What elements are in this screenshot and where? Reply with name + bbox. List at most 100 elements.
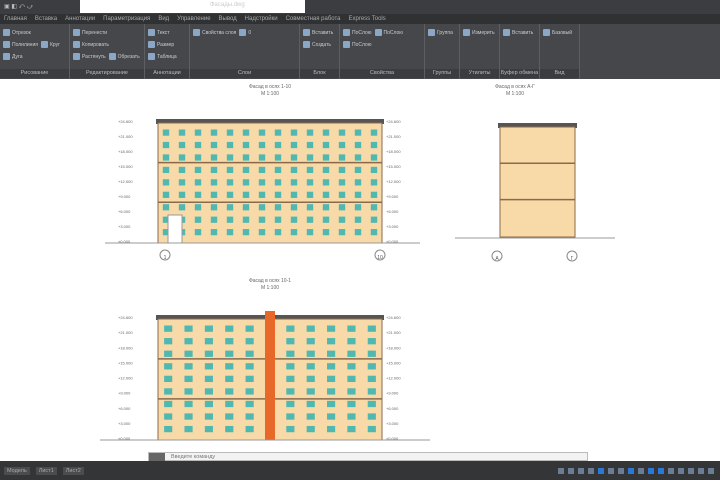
- ribbon-button[interactable]: Размер: [148, 40, 174, 49]
- panel-label[interactable]: Рисование: [0, 69, 69, 78]
- drawing-canvas[interactable]: Фасад в осях 1-10 М 1:100 Фасад в осях А…: [0, 79, 720, 460]
- window: [164, 375, 173, 383]
- window: [242, 229, 250, 236]
- panel-label[interactable]: Слои: [190, 69, 299, 78]
- ribbon-button[interactable]: ПоСлою: [374, 28, 403, 37]
- panel-label[interactable]: Аннотации: [145, 69, 189, 78]
- window: [245, 363, 254, 370]
- window: [242, 154, 250, 161]
- level-mark: +12.000: [386, 179, 401, 184]
- window: [286, 400, 295, 408]
- window: [226, 191, 234, 198]
- status-toggle-icon[interactable]: [598, 467, 604, 474]
- panel-label[interactable]: Утилиты: [460, 69, 499, 78]
- panel-label[interactable]: Свойства: [340, 69, 424, 78]
- window: [327, 325, 336, 332]
- ribbon-button[interactable]: Измерить: [463, 28, 495, 37]
- window: [354, 141, 362, 149]
- ribbon-button[interactable]: ПоСлою: [343, 40, 372, 49]
- ribbon-button[interactable]: Полилиния: [3, 40, 38, 49]
- status-toggle-icon[interactable]: [628, 467, 634, 474]
- window: [327, 400, 336, 408]
- ribbon-tab[interactable]: Главная: [4, 14, 27, 24]
- quick-access-toolbar[interactable]: ▣ ◧ ⤺ ⤻: [4, 3, 33, 11]
- ribbon-button[interactable]: Вставить: [503, 28, 533, 37]
- ribbon-tab[interactable]: Надстройки: [245, 14, 278, 24]
- ribbon-tab[interactable]: Совместная работа: [286, 14, 341, 24]
- ribbon-tab[interactable]: Вставка: [35, 14, 57, 24]
- command-input[interactable]: Введите команду: [171, 454, 215, 460]
- window: [184, 400, 193, 408]
- ribbon-button[interactable]: Перенести: [73, 28, 107, 37]
- panel-label[interactable]: Вид: [540, 69, 579, 78]
- ribbon-tab[interactable]: Аннотации: [65, 14, 95, 24]
- status-toggle-icon[interactable]: [568, 467, 574, 474]
- ribbon-button[interactable]: 0: [239, 28, 251, 37]
- window: [338, 204, 346, 211]
- ribbon-button[interactable]: Отрезок: [3, 28, 31, 37]
- ribbon-button[interactable]: Создать: [303, 40, 331, 49]
- layout-tab[interactable]: Лист2: [62, 466, 84, 475]
- window: [322, 166, 330, 174]
- status-toggle-icon[interactable]: [588, 467, 594, 474]
- ribbon-button[interactable]: Группа: [428, 28, 453, 37]
- ribbon-button-label: Текст: [157, 29, 170, 36]
- panel-label[interactable]: Буфер обмена: [500, 69, 539, 78]
- layout-tab[interactable]: Лист1: [35, 466, 57, 475]
- window: [194, 191, 202, 198]
- status-toggle-icon[interactable]: [558, 467, 564, 474]
- ribbon-button[interactable]: Дуга: [3, 52, 23, 61]
- window: [204, 413, 213, 420]
- panel-label[interactable]: Редактирование: [70, 69, 144, 78]
- panel-label[interactable]: Блок: [300, 69, 339, 78]
- ribbon-button[interactable]: Текст: [148, 28, 170, 37]
- ribbon-button[interactable]: Круг: [40, 40, 60, 49]
- ribbon-button[interactable]: Вставить: [303, 28, 333, 37]
- ribbon-tab[interactable]: Вывод: [219, 14, 237, 24]
- status-toggle-icon[interactable]: [618, 467, 624, 474]
- window: [367, 338, 376, 345]
- ribbon-tab[interactable]: Express Tools: [349, 14, 386, 24]
- elev2-title: Фасад в осях А-Г: [495, 84, 535, 90]
- level-mark: ±0.000: [118, 436, 131, 441]
- window: [210, 204, 218, 211]
- ribbon-button[interactable]: Таблица: [148, 52, 177, 61]
- window: [286, 338, 295, 345]
- status-toggle-icon[interactable]: [638, 467, 644, 474]
- window: [184, 338, 193, 345]
- window: [347, 325, 356, 332]
- status-toggle-icon[interactable]: [608, 467, 614, 474]
- window: [225, 400, 234, 408]
- ribbon-button[interactable]: Базовый: [543, 28, 572, 37]
- ribbon-button[interactable]: Обрезать: [108, 52, 140, 61]
- ribbon-button-label: Вставить: [512, 29, 534, 36]
- level-mark: ±0.000: [386, 436, 399, 441]
- command-close-icon[interactable]: [149, 453, 165, 461]
- command-line[interactable]: Введите команду: [148, 452, 588, 461]
- ribbon-button[interactable]: Свойства слоя: [193, 28, 236, 37]
- layout-tab[interactable]: Модель: [4, 466, 30, 475]
- ribbon-button[interactable]: Копировать: [73, 40, 109, 49]
- status-toggle-icon[interactable]: [708, 467, 714, 474]
- window: [194, 154, 202, 161]
- status-toggle-icon[interactable]: [698, 467, 704, 474]
- panel-label[interactable]: Группы: [425, 69, 459, 78]
- ribbon-button-label: Копировать: [82, 41, 109, 48]
- status-toggle-icon[interactable]: [668, 467, 674, 474]
- status-toggle-icon[interactable]: [658, 467, 664, 474]
- status-toggle-icon[interactable]: [578, 467, 584, 474]
- status-toggle-icon[interactable]: [648, 467, 654, 474]
- ribbon-button[interactable]: Растянуть: [73, 52, 106, 61]
- ribbon-tab[interactable]: Управление: [177, 14, 210, 24]
- ribbon-tab[interactable]: Параметризация: [103, 14, 150, 24]
- status-toggle-icon[interactable]: [678, 467, 684, 474]
- window: [322, 191, 330, 198]
- level-mark: +21.000: [386, 134, 401, 139]
- tool-icon: [3, 29, 10, 36]
- window: [290, 179, 298, 186]
- window: [290, 191, 298, 198]
- status-toggle-icon[interactable]: [688, 467, 694, 474]
- ribbon-button[interactable]: ПоСлою: [343, 28, 372, 37]
- ribbon-tab[interactable]: Вид: [158, 14, 169, 24]
- level-mark: +18.000: [118, 345, 133, 350]
